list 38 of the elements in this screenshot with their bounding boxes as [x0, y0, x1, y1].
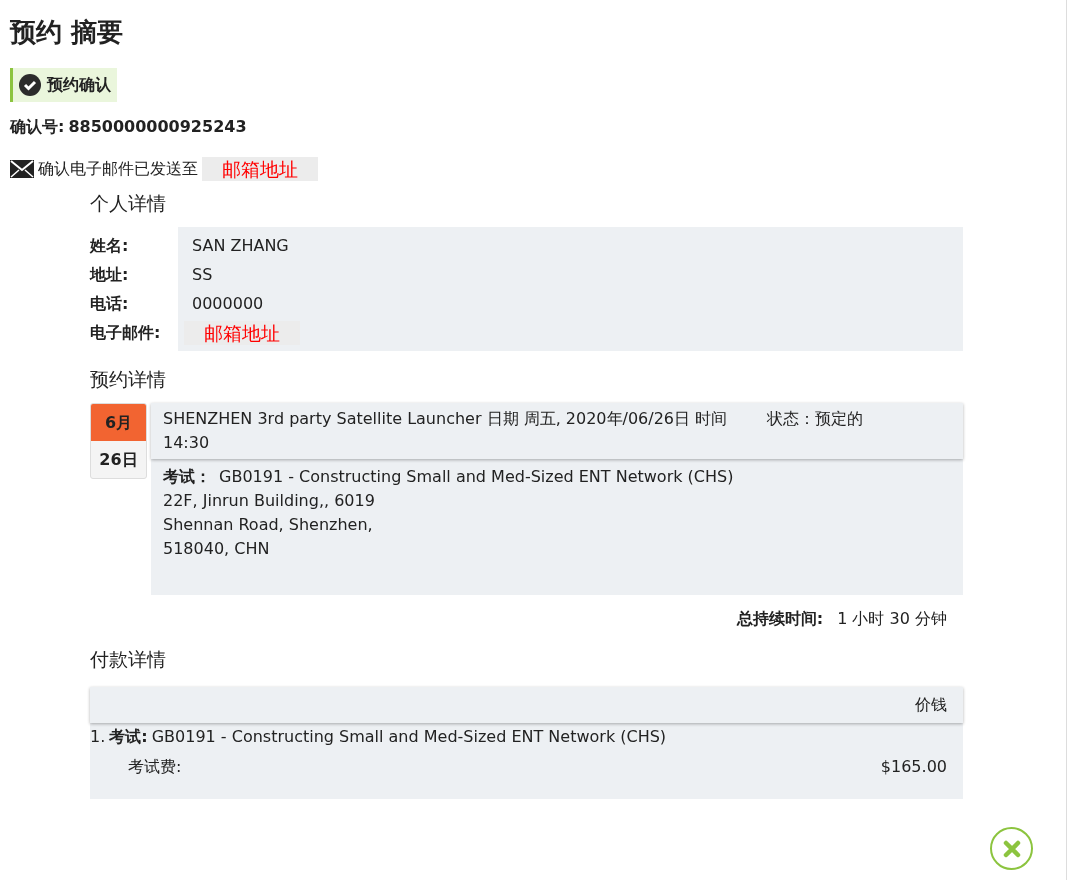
exam-label: 考试：: [163, 466, 211, 488]
field-label: 姓名:: [90, 235, 130, 257]
exam-name: GB0191 - Constructing Small and Med-Sized ENT Network (CHS): [151, 726, 667, 748]
email-address: 邮箱地址: [222, 157, 298, 181]
fee-amount: $165.00: [880, 756, 947, 778]
exam-name: GB0191 - Constructing Small and Med-Sized ENT Network (CHS): [219, 466, 734, 488]
item-number: 1.: [90, 726, 106, 748]
envelope-icon: [10, 160, 34, 178]
section-heading: 预约详情: [90, 367, 167, 392]
confirmation-label: 确认号:: [10, 116, 65, 138]
close-icon: [1002, 839, 1021, 858]
field-value: 0000000: [192, 293, 265, 315]
duration-label: 总持续时间:: [736, 608, 824, 630]
field-value: SAN ZHANG: [192, 235, 290, 257]
field-label: 电话:: [90, 293, 130, 315]
column-header: 价钱: [915, 694, 947, 716]
address-line: 518040, CHN: [163, 538, 271, 560]
check-circle-icon: [19, 74, 41, 96]
email-address: 邮箱地址: [204, 320, 280, 345]
exam-label: 考试:: [109, 726, 148, 748]
field-label: 电子邮件:: [90, 322, 162, 344]
address-line: Shennan Road, Shenzhen,: [163, 514, 374, 536]
confirmation-number: 8850000000925243: [68, 116, 247, 138]
appointment-status: 状态：预定的: [767, 408, 863, 430]
page-title: 预约 摘要: [10, 16, 125, 49]
confirmation-badge: 预约确认: [10, 68, 117, 102]
field-label: 地址:: [90, 264, 130, 286]
duration-value: 1 小时 30 分钟: [837, 608, 947, 630]
fee-label: 考试费:: [128, 756, 182, 778]
section-heading: 个人详情: [90, 191, 167, 216]
section-heading: 付款详情: [90, 647, 167, 672]
appointment-summary: SHENZHEN 3rd party Satellite Launcher 日期 周五, 2020年/06/26日 时间 14:30: [163, 408, 729, 454]
close-button[interactable]: [990, 827, 1033, 870]
address-line: 22F, Jinrun Building,, 6019: [163, 490, 376, 512]
calendar-day: 26日: [91, 441, 146, 478]
field-value: SS: [192, 264, 214, 286]
email-sent-text: 确认电子邮件已发送至: [38, 158, 198, 180]
calendar-month: 6月: [91, 404, 146, 441]
